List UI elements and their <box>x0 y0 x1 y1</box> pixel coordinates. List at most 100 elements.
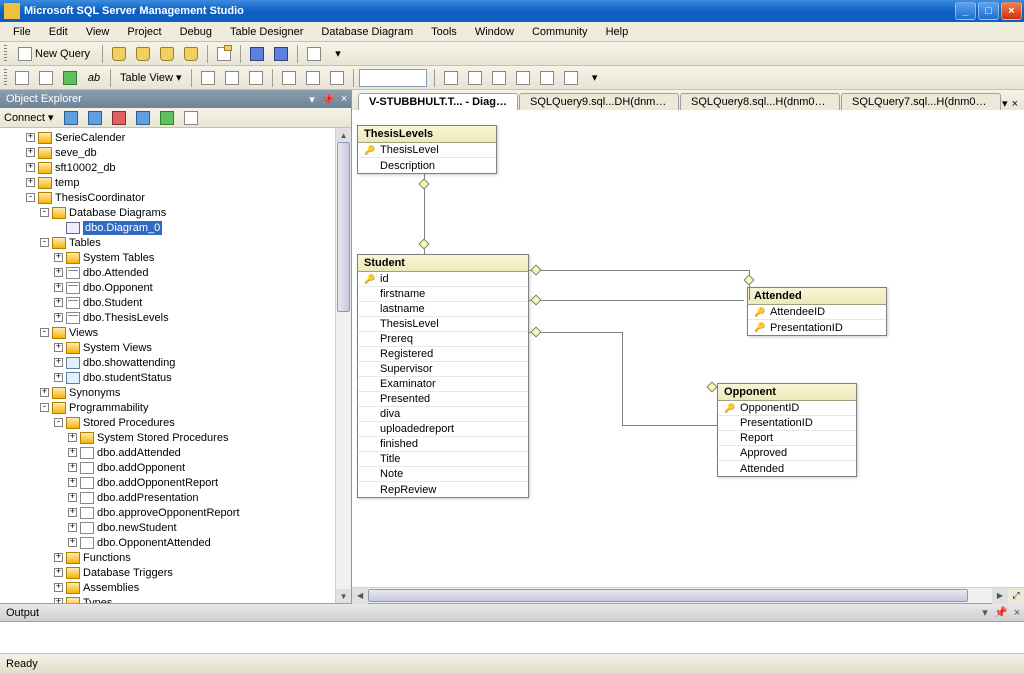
column-row[interactable]: firstname <box>358 287 528 302</box>
column-row[interactable]: 🔑 OpponentID <box>718 401 856 416</box>
menu-table-designer[interactable]: Table Designer <box>223 24 310 40</box>
tool-btn-2[interactable] <box>35 68 57 88</box>
document-tab[interactable]: SQLQuery8.sql...H(dnm01 (52))* <box>680 93 840 110</box>
entity-thesislevels[interactable]: ThesisLevels 🔑 ThesisLevel Description <box>357 125 497 174</box>
tab-menu-button[interactable]: ▾ <box>1002 97 1008 110</box>
tree-folder[interactable]: + Functions <box>4 550 351 565</box>
scroll-right-button[interactable]: ▶ <box>992 588 1008 604</box>
menu-help[interactable]: Help <box>599 24 636 40</box>
column-row[interactable]: Supervisor <box>358 362 528 377</box>
dropdown-button[interactable]: ▾ <box>327 44 349 64</box>
tree-table[interactable]: + dbo.ThesisLevels <box>4 310 351 325</box>
tool-btn-10[interactable] <box>326 68 348 88</box>
scroll-down-button[interactable]: ▼ <box>336 589 351 603</box>
tree-view[interactable]: + dbo.studentStatus <box>4 370 351 385</box>
menu-view[interactable]: View <box>79 24 117 40</box>
tree-folder-diagrams[interactable]: - Database Diagrams <box>4 205 351 220</box>
connect-tool-1[interactable] <box>60 108 82 128</box>
zoom-corner-button[interactable]: ⤢ <box>1008 588 1024 604</box>
expander-icon[interactable]: + <box>54 268 63 277</box>
tree-view[interactable]: + dbo.showattending <box>4 355 351 370</box>
tree-folder-views[interactable]: - Views <box>4 325 351 340</box>
document-tab[interactable]: V-STUBBHULT.T... - Diagram_0* <box>358 93 518 110</box>
column-row[interactable]: diva <box>358 407 528 422</box>
tree-database[interactable]: + seve_db <box>4 145 351 160</box>
expander-icon[interactable]: + <box>26 163 35 172</box>
panel-pin-button[interactable]: 📌 <box>321 92 335 106</box>
expander-icon[interactable]: + <box>54 253 63 262</box>
tree-stored-proc[interactable]: + dbo.addPresentation <box>4 490 351 505</box>
tab-close-button[interactable]: × <box>1012 98 1018 110</box>
expander-icon[interactable]: - <box>40 403 49 412</box>
expander-icon[interactable]: + <box>68 493 77 502</box>
tree-database[interactable]: + SerieCalender <box>4 130 351 145</box>
scroll-left-button[interactable]: ◀ <box>352 588 368 604</box>
output-close-button[interactable]: × <box>1010 606 1024 620</box>
tool-btn-7[interactable] <box>245 68 267 88</box>
new-db-button[interactable] <box>108 44 130 64</box>
expander-icon[interactable]: - <box>54 418 63 427</box>
zoom-combo[interactable] <box>359 69 427 87</box>
tool-btn-4[interactable]: ab <box>83 68 105 88</box>
menu-database-diagram[interactable]: Database Diagram <box>314 24 420 40</box>
connect-tool-2[interactable] <box>84 108 106 128</box>
connect-button[interactable]: Connect ▾ <box>4 111 58 124</box>
expander-icon[interactable]: + <box>54 553 63 562</box>
panel-dropdown-button[interactable]: ▾ <box>305 92 319 106</box>
tool-btn-dropdown[interactable]: ▾ <box>584 68 606 88</box>
tree-folder-tables[interactable]: - Tables <box>4 235 351 250</box>
expander-icon[interactable]: + <box>54 598 63 603</box>
tree-table[interactable]: + dbo.Student <box>4 295 351 310</box>
expander-icon[interactable]: + <box>54 568 63 577</box>
save-button[interactable] <box>246 44 268 64</box>
tree-folder-system-views[interactable]: + System Views <box>4 340 351 355</box>
menu-project[interactable]: Project <box>120 24 168 40</box>
tree-folder[interactable]: + Database Triggers <box>4 565 351 580</box>
tree-table[interactable]: + dbo.Attended <box>4 265 351 280</box>
activity-button[interactable] <box>303 44 325 64</box>
expander-icon[interactable]: + <box>54 343 63 352</box>
expander-icon[interactable] <box>54 223 63 232</box>
tool-btn-11[interactable] <box>440 68 462 88</box>
scroll-thumb[interactable] <box>337 142 350 312</box>
expander-icon[interactable]: + <box>54 283 63 292</box>
minimize-button[interactable]: _ <box>955 2 976 20</box>
menu-community[interactable]: Community <box>525 24 595 40</box>
column-row[interactable]: Note <box>358 467 528 482</box>
column-row[interactable]: Description <box>358 158 496 173</box>
expander-icon[interactable]: + <box>40 388 49 397</box>
object-tree[interactable]: + SerieCalender + seve_db + sft10002_db … <box>0 128 351 603</box>
column-row[interactable]: finished <box>358 437 528 452</box>
hscroll-thumb[interactable] <box>368 589 968 602</box>
expander-icon[interactable]: + <box>54 373 63 382</box>
new-item-button-3[interactable] <box>180 44 202 64</box>
column-row[interactable]: ThesisLevel <box>358 317 528 332</box>
expander-icon[interactable]: + <box>68 538 77 547</box>
close-button[interactable]: × <box>1001 2 1022 20</box>
entity-header[interactable]: Student <box>358 255 528 272</box>
maximize-button[interactable]: □ <box>978 2 999 20</box>
scroll-up-button[interactable]: ▲ <box>336 128 351 142</box>
menu-file[interactable]: File <box>6 24 38 40</box>
tree-stored-proc[interactable]: + dbo.OpponentAttended <box>4 535 351 550</box>
diagram-canvas[interactable]: ThesisLevels 🔑 ThesisLevel Description S… <box>352 110 1024 587</box>
table-view-dropdown[interactable]: Table View ▾ <box>116 71 186 84</box>
tree-folder-system-tables[interactable]: + System Tables <box>4 250 351 265</box>
expander-icon[interactable]: + <box>68 478 77 487</box>
expander-icon[interactable]: + <box>68 508 77 517</box>
tool-btn-16[interactable] <box>560 68 582 88</box>
document-tab[interactable]: SQLQuery9.sql...DH(dnm01 (57)) <box>519 93 679 110</box>
tree-scrollbar[interactable]: ▲ ▼ <box>335 128 351 603</box>
horizontal-scrollbar[interactable]: ◀ ▶ ⤢ <box>352 587 1024 603</box>
tree-folder-stored-procs[interactable]: - Stored Procedures <box>4 415 351 430</box>
tree-folder-synonyms[interactable]: + Synonyms <box>4 385 351 400</box>
expander-icon[interactable]: + <box>26 178 35 187</box>
menu-edit[interactable]: Edit <box>42 24 75 40</box>
menu-tools[interactable]: Tools <box>424 24 464 40</box>
column-row[interactable]: Registered <box>358 347 528 362</box>
tree-stored-proc[interactable]: + dbo.addOpponent <box>4 460 351 475</box>
tool-btn-3[interactable] <box>59 68 81 88</box>
column-row[interactable]: Approved <box>718 446 856 461</box>
new-query-button[interactable]: New Query <box>11 44 97 64</box>
column-row[interactable]: Examinator <box>358 377 528 392</box>
